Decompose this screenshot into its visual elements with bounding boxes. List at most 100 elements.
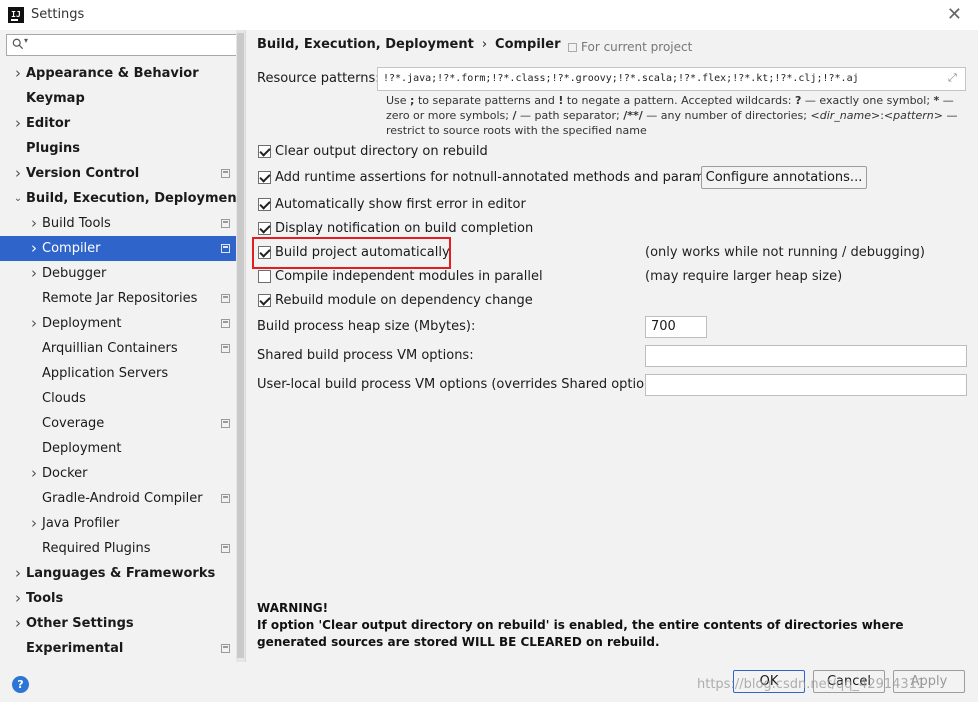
scope-note: For current project (568, 40, 692, 54)
sidebar-item-label: Deployment (42, 441, 122, 456)
sidebar-item-tools[interactable]: › Tools (0, 586, 236, 611)
checkbox-label: Clear output directory on rebuild (275, 144, 488, 159)
sidebar-item-editor[interactable]: › Editor (0, 111, 236, 136)
sidebar-item-coverage[interactable]: Coverage (0, 411, 236, 436)
checkbox-box[interactable] (258, 171, 271, 184)
sidebar-item-label: Clouds (42, 391, 86, 406)
watermark: https://blog.csdn.net/qq_42914311 (697, 677, 926, 692)
search-dropdown-icon[interactable]: ▾ (24, 36, 28, 45)
checkbox-label: Compile independent modules in parallel (275, 269, 543, 284)
build-automatically-note: (only works while not running / debuggin… (645, 245, 925, 260)
sidebar-item-clouds[interactable]: Clouds (0, 386, 236, 411)
chevron-right-icon[interactable]: › (12, 561, 24, 586)
checkbox-box[interactable] (258, 222, 271, 235)
expand-icon[interactable]: ⤢ (948, 72, 960, 84)
sidebar-item-label: Build, Execution, Deployment (26, 191, 243, 206)
settings-tree: › Appearance & Behavior Keymap › Editor Plugi… (0, 61, 243, 661)
project-scope-icon (221, 644, 230, 653)
chevron-right-icon[interactable]: › (28, 236, 40, 261)
project-scope-icon (221, 319, 230, 328)
chevron-right-icon[interactable]: › (12, 586, 24, 611)
sidebar-item-deployment[interactable]: Deployment (0, 436, 236, 461)
sidebar-item-build-execution-deployment[interactable]: ⌄ Build, Execution, Deployment (0, 186, 243, 211)
chevron-right-icon[interactable]: › (28, 511, 40, 536)
chevron-right-icon[interactable]: › (12, 611, 24, 636)
sidebar-item-label: Appearance & Behavior (26, 66, 199, 81)
checkbox-box[interactable] (258, 198, 271, 211)
project-scope-icon (221, 169, 230, 178)
checkbox-label: Display notification on build completion (275, 221, 534, 236)
sidebar-item-experimental[interactable]: Experimental (0, 636, 236, 661)
sidebar-item-label: Arquillian Containers (42, 341, 178, 356)
sidebar-item-arquillian-containers[interactable]: Arquillian Containers (0, 336, 236, 361)
sidebar-item-other-settings[interactable]: › Other Settings (0, 611, 236, 636)
search-icon (12, 38, 24, 50)
sidebar-item-label: Languages & Frameworks (26, 566, 216, 581)
scrollbar-thumb[interactable] (237, 33, 244, 658)
warning-title: WARNING! (257, 601, 329, 615)
checkbox-box[interactable] (258, 270, 271, 283)
sidebar-item-label: Compiler (42, 241, 101, 256)
project-scope-icon (221, 244, 230, 253)
chevron-down-icon[interactable]: ⌄ (12, 186, 24, 211)
heap-size-input[interactable]: 700 (645, 316, 707, 338)
sidebar-item-languages-frameworks[interactable]: › Languages & Frameworks (0, 561, 236, 586)
sidebar-item-java-profiler[interactable]: › Java Profiler (0, 511, 236, 536)
sidebar-item-debugger[interactable]: › Debugger (0, 261, 236, 286)
configure-annotations-button[interactable]: Configure annotations... (701, 166, 867, 189)
intellij-logo-icon: IJ (8, 7, 24, 23)
sidebar-item-keymap[interactable]: Keymap (0, 86, 236, 111)
highlight-box (252, 237, 451, 269)
heap-size-label: Build process heap size (Mbytes): (257, 319, 476, 334)
sidebar-item-docker[interactable]: › Docker (0, 461, 236, 486)
project-scope-icon (568, 43, 577, 52)
sidebar-item-label: Tools (26, 591, 64, 606)
chevron-right-icon[interactable]: › (12, 111, 24, 136)
title-bar: IJ Settings ✕ (0, 0, 978, 30)
checkbox-label: Automatically show first error in editor (275, 197, 526, 212)
warning-message: WARNING! If option 'Clear output directo… (257, 600, 969, 651)
sidebar-item-deployment[interactable]: › Deployment (0, 311, 236, 336)
sidebar-item-build-tools[interactable]: › Build Tools (0, 211, 236, 236)
project-scope-icon (221, 494, 230, 503)
sidebar-item-label: Coverage (42, 416, 105, 431)
search-input[interactable]: ▾ (6, 34, 240, 56)
project-scope-icon (221, 344, 230, 353)
chevron-right-icon[interactable]: › (12, 61, 24, 86)
checkbox-label: Rebuild module on dependency change (275, 293, 533, 308)
sidebar-item-version-control[interactable]: › Version Control (0, 161, 236, 186)
sidebar-item-label: Application Servers (42, 366, 169, 381)
checkbox-box[interactable] (258, 145, 271, 158)
resource-patterns-field[interactable]: !?*.java;!?*.form;!?*.class;!?*.groovy;!… (377, 67, 966, 91)
help-icon[interactable]: ? (12, 676, 29, 693)
project-scope-icon (221, 544, 230, 553)
sidebar-item-plugins[interactable]: Plugins (0, 136, 236, 161)
sidebar-item-label: Docker (42, 466, 88, 481)
sidebar-item-label: Java Profiler (42, 516, 120, 531)
warning-text: If option 'Clear output directory on reb… (257, 618, 904, 649)
sidebar-item-required-plugins[interactable]: Required Plugins (0, 536, 236, 561)
sidebar-item-label: Gradle-Android Compiler (42, 491, 203, 506)
sidebar-item-compiler[interactable]: › Compiler (0, 236, 236, 261)
sidebar-item-label: Plugins (26, 141, 80, 156)
chevron-right-icon[interactable]: › (28, 461, 40, 486)
sidebar-item-label: Other Settings (26, 616, 134, 631)
checkbox-box[interactable] (258, 294, 271, 307)
scope-note-label: For current project (581, 40, 693, 54)
sidebar-item-label: Build Tools (42, 216, 111, 231)
user-vm-options-label: User-local build process VM options (ove… (257, 377, 669, 392)
sidebar-item-remote-jar-repositories[interactable]: Remote Jar Repositories (0, 286, 236, 311)
sidebar-item-gradle-android-compiler[interactable]: Gradle-Android Compiler (0, 486, 236, 511)
shared-vm-options-label: Shared build process VM options: (257, 348, 474, 363)
sidebar-item-appearance-behavior[interactable]: › Appearance & Behavior (0, 61, 236, 86)
chevron-right-icon[interactable]: › (12, 161, 24, 186)
user-vm-options-input[interactable] (645, 374, 967, 396)
chevron-right-icon[interactable]: › (28, 211, 40, 236)
chevron-right-icon[interactable]: › (28, 261, 40, 286)
chevron-right-icon[interactable]: › (28, 311, 40, 336)
close-icon[interactable]: ✕ (947, 4, 962, 25)
sidebar-scrollbar[interactable] (236, 30, 245, 662)
sidebar-item-label: Deployment (42, 316, 122, 331)
sidebar-item-application-servers[interactable]: Application Servers (0, 361, 236, 386)
shared-vm-options-input[interactable] (645, 345, 967, 367)
